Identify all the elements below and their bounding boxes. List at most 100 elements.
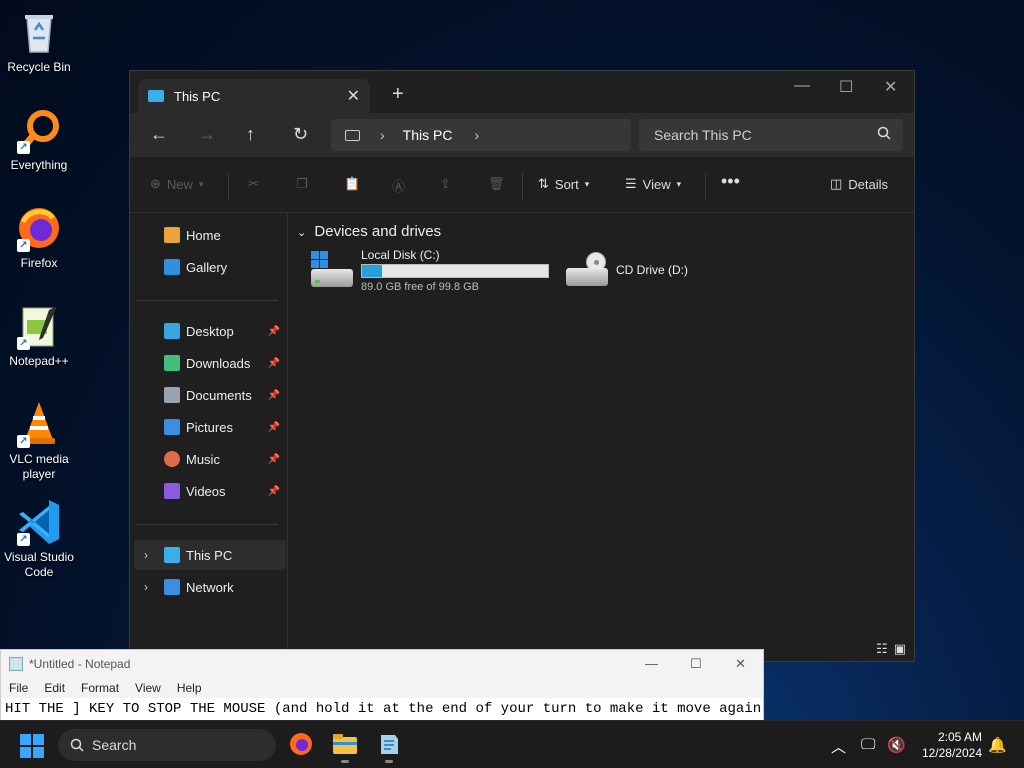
devices-section-header[interactable]: ⌄ Devices and drives [297,223,441,240]
sidebar-item-downloads[interactable]: Downloads 📌 [134,348,286,378]
sidebar-item-label: Downloads [186,355,251,371]
recycle-bin-icon [15,8,63,56]
details-button[interactable]: ◫ Details [830,176,888,192]
sidebar-item-label: Videos [186,483,226,499]
desktop-icon-firefox[interactable]: ↗ Firefox [2,204,76,271]
refresh-icon[interactable]: ↻ [293,124,308,145]
new-tab-button[interactable]: + [392,83,404,106]
pictures-icon [164,419,180,435]
breadcrumb-this-pc[interactable]: This PC [403,127,453,143]
copy-icon[interactable]: ❐ [296,176,308,192]
desktop-icon-vlc[interactable]: ↗ VLC media player [2,400,76,482]
details-pane-icon: ◫ [830,176,843,191]
menu-file[interactable]: File [9,681,28,695]
sidebar-item-home[interactable]: Home [134,220,286,250]
sidebar-item-label: Documents [186,387,252,403]
sidebar-item-desktop[interactable]: Desktop 📌 [134,316,286,346]
back-arrow-icon[interactable]: ← [150,124,168,145]
pin-icon: 📌 [267,453,280,465]
minimize-button[interactable]: — [645,656,658,671]
sort-button[interactable]: ⇅ Sort ▾ [538,176,589,192]
desktop-icon-label: Recycle Bin [7,60,71,74]
network-status-icon[interactable]: 🖵 [861,736,875,753]
maximize-button[interactable]: ☐ [690,656,702,672]
menu-help[interactable]: Help [177,681,202,695]
forward-arrow-icon[interactable]: → [198,124,216,145]
firefox-icon [290,733,312,755]
close-button[interactable]: ✕ [735,656,746,672]
new-button[interactable]: ⊕ New ▾ [150,176,203,192]
volume-muted-icon[interactable]: 🔇 [887,736,906,754]
desktop-icon-everything[interactable]: ↗ Everything [2,106,76,173]
taskbar: Search ︿ 🖵 🔇 2:05 AM 12/28/2024 🔔 [0,720,1024,768]
sidebar-item-gallery[interactable]: Gallery [134,252,286,282]
details-view-icon[interactable]: ☷ [876,641,888,657]
notepad-text-area[interactable]: HIT THE ] KEY TO STOP THE MOUSE (and hol… [1,698,763,720]
taskbar-file-explorer[interactable] [332,731,358,763]
view-label: View [642,176,671,192]
view-button[interactable]: ☰ View ▾ [625,176,681,192]
sidebar-item-pictures[interactable]: Pictures 📌 [134,412,286,442]
tab-this-pc[interactable]: This PC ✕ [138,79,370,113]
tiles-view-icon[interactable]: ▣ [894,641,906,657]
drive-name: Local Disk (C:) [361,248,440,262]
start-button[interactable] [20,734,44,758]
delete-icon[interactable]: 🗑 [488,176,505,192]
search-input[interactable]: Search This PC [639,119,903,151]
toolbar-divider [228,173,229,201]
shortcut-arrow-icon: ↗ [17,337,30,350]
up-arrow-icon[interactable]: ↑ [246,124,255,145]
desktop-icon-vscode[interactable]: ↗ Visual Studio Code [2,498,76,580]
chevron-right-icon[interactable]: › [144,580,148,594]
menu-view[interactable]: View [135,681,161,695]
desktop-icon-recycle-bin[interactable]: Recycle Bin [2,8,76,75]
taskbar-notepad[interactable] [376,731,402,763]
chevron-right-icon[interactable]: › [474,127,479,143]
vlc-icon: ↗ [15,400,63,448]
details-label: Details [848,176,889,192]
this-pc-icon [148,90,164,102]
sidebar-item-documents[interactable]: Documents 📌 [134,380,286,410]
taskbar-search[interactable]: Search [58,729,276,761]
more-options-icon[interactable]: ••• [721,171,740,192]
sidebar-item-this-pc[interactable]: › This PC [134,540,286,570]
shortcut-arrow-icon: ↗ [17,435,30,448]
notification-bell-icon[interactable]: 🔔 [988,736,1007,754]
drive-usage-fill [362,265,383,277]
sidebar-item-label: This PC [186,547,233,563]
drive-cd-drive-d[interactable]: CD Drive (D:) [564,252,688,288]
minimize-button[interactable]: — [794,77,810,95]
taskbar-firefox[interactable] [288,731,314,757]
sidebar-item-network[interactable]: › Network [134,572,286,602]
pin-icon: 📌 [267,389,280,401]
address-bar[interactable]: › This PC › [331,119,631,151]
desktop-icon-notepad-plus-plus[interactable]: ↗ Notepad++ [2,302,76,369]
cd-drive-icon [564,252,610,288]
close-button[interactable]: ✕ [884,77,897,97]
chevron-down-icon: ⌄ [297,227,307,239]
share-icon[interactable]: ⇪ [440,176,451,192]
sidebar-item-videos[interactable]: Videos 📌 [134,476,286,506]
notepad-plus-plus-icon: ↗ [15,302,63,350]
menu-format[interactable]: Format [81,681,119,695]
desktop-icon-label: Firefox [20,256,58,270]
sidebar-divider [136,524,278,525]
paste-icon[interactable]: 📋 [344,176,360,192]
system-clock[interactable]: 2:05 AM 12/28/2024 [912,729,982,761]
chevron-right-icon[interactable]: › [144,548,148,562]
maximize-button[interactable]: ☐ [839,77,853,97]
rename-icon[interactable]: Ⓐ [392,176,405,195]
taskbar-search-label: Search [92,737,137,753]
tab-close-icon[interactable]: ✕ [347,86,360,106]
desktop-icon-label: Everything [10,158,68,172]
view-toggle: ☷ ▣ [876,641,906,657]
address-row: ← → ↑ ↻ › This PC › Search This PC [130,113,914,157]
menu-edit[interactable]: Edit [44,681,65,695]
cut-icon[interactable]: ✂ [248,176,259,192]
sidebar-item-music[interactable]: Music 📌 [134,444,286,474]
drive-local-disk-c[interactable]: Local Disk (C:) 89.0 GB free of 99.8 GB [309,248,549,293]
shortcut-arrow-icon: ↗ [17,533,30,546]
notepad-icon [9,657,23,671]
shortcut-arrow-icon: ↗ [17,239,30,252]
show-hidden-icons-chevron-icon[interactable]: ︿ [831,736,846,757]
